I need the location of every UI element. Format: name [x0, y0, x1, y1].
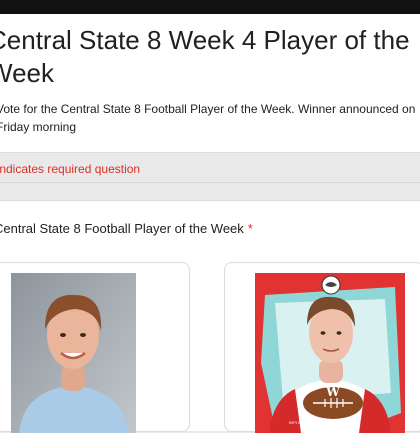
graphic-caption: BRYCE ETT · KERRSBURG: [289, 420, 345, 425]
required-asterisk: *: [247, 221, 253, 236]
top-bar: [0, 0, 420, 14]
player-headshot-photo: [11, 273, 136, 433]
form-title: Central State 8 Week 4 Player of the Wee…: [0, 25, 410, 88]
option-card-1[interactable]: [0, 262, 190, 433]
question-title: Central State 8 Football Player of the W…: [0, 221, 294, 237]
question-title-text: Central State 8 Football Player of the W…: [0, 221, 244, 236]
section-divider: [0, 182, 420, 183]
player-football-graphic: W BRYCE ETT · KERRSBURG: [255, 273, 405, 433]
required-question-note: * Indicates required question: [0, 162, 141, 176]
svg-text:W: W: [325, 385, 340, 399]
option-card-2[interactable]: W BRYCE ETT · KERRSBURG: [224, 262, 420, 433]
form-description: Vote for the Central State 8 Football Pl…: [0, 102, 416, 134]
